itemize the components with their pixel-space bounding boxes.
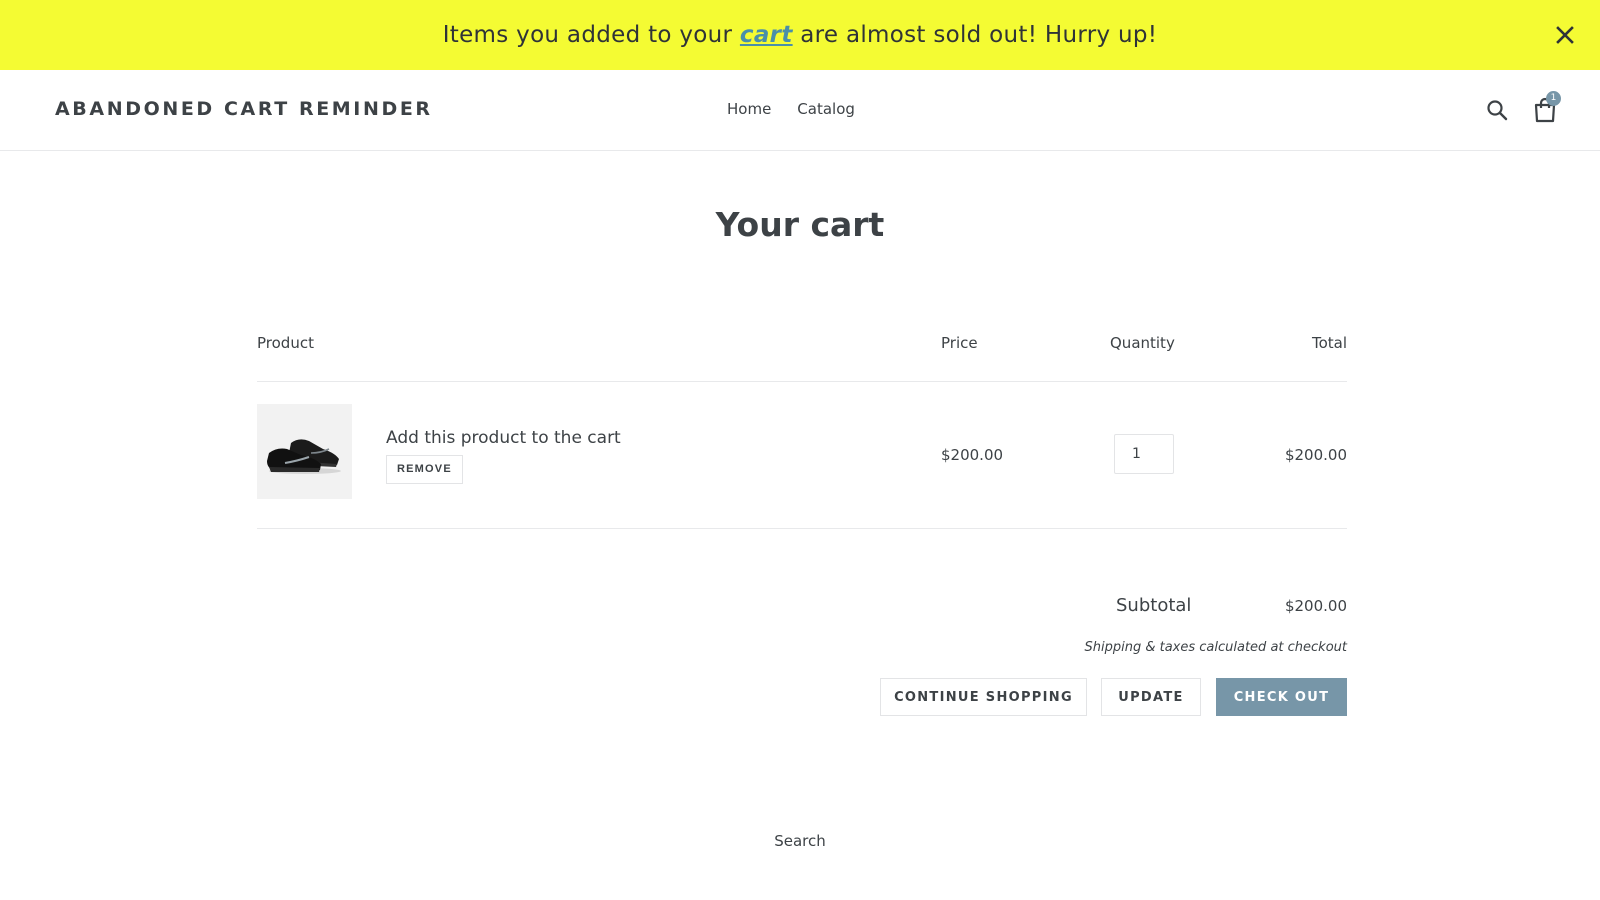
subtotal-label: Subtotal — [1116, 595, 1192, 616]
product-name-link[interactable]: Add this product to the cart — [386, 428, 621, 448]
update-button[interactable]: UPDATE — [1101, 678, 1201, 716]
page-title: Your cart — [715, 205, 885, 244]
item-price: $200.00 — [941, 446, 1004, 464]
column-header-quantity: Quantity — [1110, 334, 1175, 352]
banner-message: Items you added to your cart are almost … — [443, 22, 1158, 48]
banner-text-after: are almost sold out! Hurry up! — [792, 22, 1158, 48]
close-icon[interactable] — [1552, 22, 1578, 48]
site-logo[interactable]: ABANDONED CART REMINDER — [55, 98, 433, 120]
item-total: $200.00 — [1284, 446, 1347, 464]
subtotal-value: $200.00 — [1284, 597, 1347, 615]
remove-button[interactable]: REMOVE — [386, 455, 463, 484]
announcement-banner: Items you added to your cart are almost … — [0, 0, 1600, 70]
column-header-total: Total — [1311, 334, 1347, 352]
checkout-button[interactable]: CHECK OUT — [1216, 678, 1347, 716]
black-sneaker-image — [266, 438, 341, 474]
search-icon[interactable] — [1485, 98, 1509, 122]
nav-item-home[interactable]: Home — [727, 100, 771, 118]
table-divider — [257, 381, 1347, 382]
shipping-note: Shipping & taxes calculated at checkout — [1084, 640, 1348, 655]
product-image[interactable] — [257, 404, 352, 499]
table-divider — [257, 528, 1347, 529]
continue-shopping-button[interactable]: CONTINUE SHOPPING — [880, 678, 1087, 716]
banner-cart-link[interactable]: cart — [740, 22, 793, 48]
nav-item-catalog[interactable]: Catalog — [797, 100, 855, 118]
column-header-price: Price — [941, 334, 978, 352]
main-nav: Home Catalog — [727, 100, 855, 118]
site-header: ABANDONED CART REMINDER Home Catalog 1 — [0, 70, 1600, 151]
banner-text-before: Items you added to your — [442, 22, 740, 48]
column-header-product: Product — [257, 334, 314, 352]
quantity-input[interactable] — [1114, 434, 1174, 474]
cart-count-badge: 1 — [1546, 91, 1561, 106]
footer-search-link[interactable]: Search — [774, 832, 826, 850]
footer-nav: Search — [0, 832, 1600, 850]
